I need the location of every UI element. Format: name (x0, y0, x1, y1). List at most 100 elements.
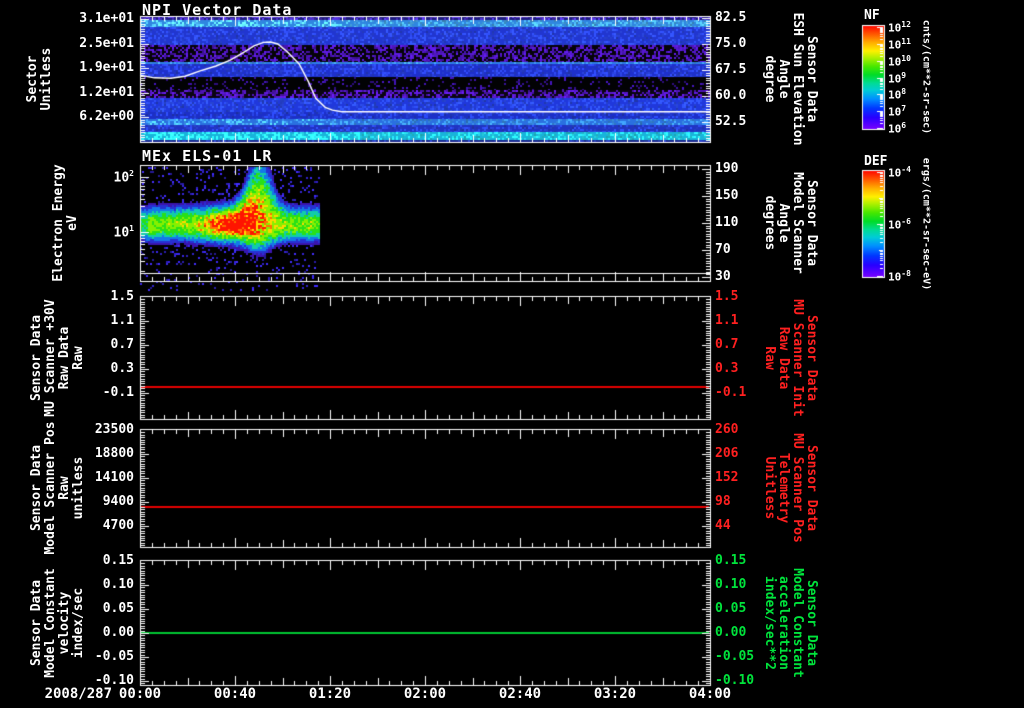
tick-exp: -8 (901, 269, 911, 278)
axis-title-line: Sensor Data (804, 579, 819, 666)
tick-base: 10 (888, 105, 902, 119)
axis-title-line: Model Scanner (790, 172, 805, 274)
axis-title-right-model_constant: Sensor Data Model Constant acceleration ind… (762, 567, 819, 678)
x-tick-label: 00:00 (118, 686, 162, 702)
y-tick-label-npi: 2.5e+01 (79, 35, 134, 51)
axis-title-line: Raw Data (57, 326, 72, 389)
tick-exp: -6 (901, 217, 911, 226)
axis-title-line: acceleration (776, 575, 791, 670)
colorbar-tick-label: 1010 (888, 54, 911, 69)
tick-base: 10 (888, 270, 902, 284)
axis-title-line: Sensor Data (29, 444, 44, 532)
axis-title-line: Model Constant (43, 567, 58, 678)
axis-title-line: index/sec**2 (762, 575, 777, 670)
colorbar-title-NF: NF (864, 8, 880, 23)
colorbar-tick-label: 1012 (888, 20, 911, 35)
axis-title-line: Raw Data (776, 326, 791, 389)
tick-exp: 9 (901, 70, 907, 80)
panel-title-npi: NPI Vector Data (142, 1, 293, 19)
axis-title-line: Unitless (39, 47, 54, 111)
y-tick-label-npi: 1.2e+01 (79, 84, 134, 100)
tick-base: 10 (888, 88, 902, 102)
tick-exp: 2 (129, 169, 134, 179)
axis-title-line: unitless (71, 456, 86, 520)
tick-exp: 11 (901, 36, 911, 46)
axis-title-left-els: Electron Energy eV (51, 164, 80, 282)
axis-title-line: ESH Sun Elevation (790, 12, 805, 146)
tick-exp: -4 (901, 165, 911, 174)
axis-title-right-mu_scanner_30v: Sensor Data MU Scanner Init Raw Data Raw (762, 298, 819, 417)
tick-exp: 10 (901, 53, 911, 63)
axis-title-line: Unitless (762, 456, 777, 520)
colorbar-tick-label: 107 (888, 104, 906, 119)
colorbar-tick-label: 10-6 (888, 217, 911, 232)
axis-title-line: Raw (57, 476, 72, 500)
tick-base: 10 (113, 170, 130, 186)
axis-title-line: Telemetry (776, 452, 791, 524)
axis-title-line: Angle (776, 203, 791, 243)
axis-title-line: Angle (776, 59, 791, 99)
tick-exp: 8 (901, 87, 907, 97)
tick-base: 10 (113, 225, 130, 241)
colorbar-tick-label: 1011 (888, 37, 911, 52)
colorbar-tick-label: 10-8 (888, 269, 911, 284)
axis-title-line: degrees (762, 195, 777, 251)
plot-canvas (0, 0, 1024, 708)
panel-title-els: MEx ELS-01 LR (142, 147, 273, 165)
tick-base: 10 (888, 21, 902, 35)
axis-title-line: Raw (762, 345, 777, 370)
axis-title-line: Model Constant (790, 567, 805, 678)
axis-title-line: Model Scanner Pos (43, 421, 58, 555)
colorbar-tick-label: 10-4 (888, 165, 911, 180)
axis-title-left-model_scanner_pos: Sensor Data Model Scanner Pos Raw unitless (29, 421, 86, 555)
axis-title-line: Sector (25, 55, 40, 103)
plot-figure: NPI Vector Data MEx ELS-01 LR 3.1e+01 2.5e+… (0, 0, 1024, 708)
axis-title-line: Sensor Data (804, 35, 819, 123)
axis-title-line: Sensor Data (804, 179, 819, 267)
x-axis-date: 2008/287 (44, 686, 112, 702)
tick-base: 10 (888, 55, 902, 69)
axis-title-right-model_scanner_pos: Sensor Data MU Scanner Pos Telemetry Unitle… (762, 433, 819, 543)
axis-title-line: index/sec (71, 587, 86, 658)
axis-title-right-els: Sensor Data Model Scanner Angle degrees (762, 172, 819, 274)
y-tick-label-npi: 1.9e+01 (79, 60, 134, 76)
axis-title-line: degree (762, 55, 777, 103)
tick-exp: 7 (901, 104, 907, 114)
y-tick-label-npi: 3.1e+01 (79, 10, 134, 26)
axis-title-left-npi: Sector Unitless (25, 47, 54, 111)
y-tick-label-npi: 6.2e+00 (79, 109, 134, 125)
x-tick-label: 00:40 (213, 686, 257, 702)
tick-exp: 12 (901, 20, 911, 29)
axis-title-line: Sensor Data (804, 314, 819, 401)
axis-title-line: eV (65, 215, 80, 231)
axis-title-line: velocity (57, 591, 72, 654)
axis-title-line: MU Scanner +30V (43, 298, 58, 417)
y-tick-label-model_constant: 0.15 (102, 553, 134, 568)
axis-title-line: MU Scanner Pos (790, 433, 805, 543)
axis-title-left-mu_scanner_30v: Sensor Data MU Scanner +30V Raw Data Raw (29, 298, 86, 417)
axis-title-left-model_constant: Sensor Data Model Constant velocity index/s… (29, 567, 86, 678)
x-tick-label: 01:20 (308, 686, 352, 702)
axis-title-line: Sensor Data (29, 314, 44, 401)
x-tick-label: 02:00 (403, 686, 447, 702)
colorbar-tick-label: 109 (888, 71, 906, 86)
axis-title-line: Electron Energy (51, 164, 66, 282)
tick-base: 10 (888, 72, 902, 86)
tick-exp: 6 (901, 121, 907, 130)
axis-title-line: Sensor Data (29, 579, 44, 666)
axis-title-line: Raw (71, 345, 86, 370)
axis-title-right-npi: Sensor Data ESH Sun Elevation Angle degree (762, 12, 819, 146)
tick-base: 10 (888, 218, 902, 232)
colorbar-title-DEF: DEF (864, 154, 888, 169)
tick-exp: 1 (129, 224, 134, 234)
x-tick-label: 04:00 (688, 686, 732, 702)
x-tick-label: 02:40 (498, 686, 542, 702)
colorbar-units-DEF: ergs/(cm**2-sr-sec-eV) (920, 157, 932, 290)
axis-title-line: MU Scanner Init (790, 298, 805, 417)
tick-base: 10 (888, 122, 902, 136)
colorbar-tick-label: 106 (888, 121, 906, 136)
colorbar-units-NF: cnts/(cm**2-sr-sec) (920, 19, 932, 135)
axis-title-line: Sensor Data (804, 444, 819, 532)
tick-base: 10 (888, 166, 902, 180)
y-tick-label-model_constant: 0.15 (715, 553, 747, 568)
